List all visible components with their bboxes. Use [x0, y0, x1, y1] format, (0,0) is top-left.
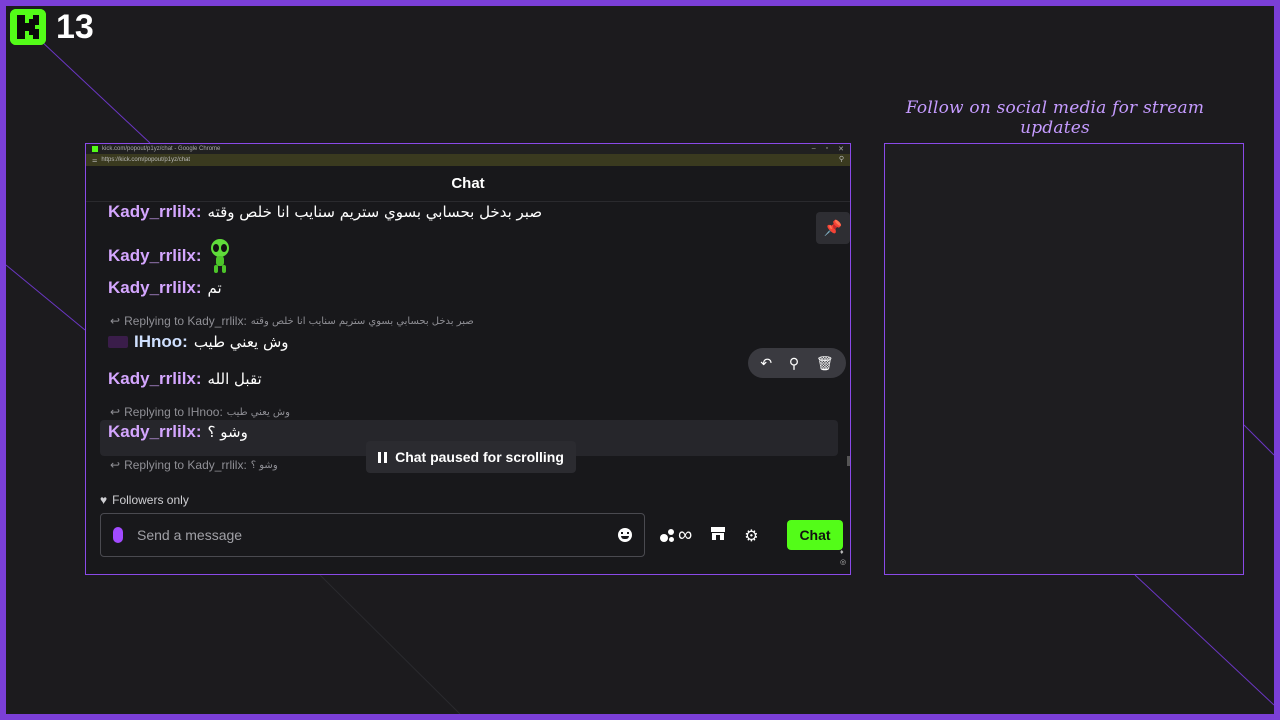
minimize-button[interactable]: – — [812, 145, 816, 153]
scrollbar[interactable] — [847, 456, 850, 466]
reply-text: وش يعني طيب — [226, 406, 290, 418]
maximize-button[interactable]: ▫ — [826, 145, 828, 153]
url-text[interactable]: https://kick.com/popout/p1yz/chat — [101, 157, 190, 163]
message-actions: ↶ ⚲ 🗑 — [748, 348, 846, 378]
reply-label: Replying to Kady_rrlilx: — [124, 458, 247, 472]
user-badge-icon — [108, 336, 128, 348]
username[interactable]: Kady_rrlilx: — [108, 278, 202, 298]
message-text: صبر بدخل بحسابي بسوي ستريم سنايب انا خلص… — [207, 203, 543, 221]
emoji-icon[interactable] — [618, 528, 632, 542]
settings-gear-icon[interactable]: ⚙ — [744, 526, 758, 546]
camera-placeholder — [884, 143, 1244, 575]
points-icon — [660, 528, 676, 543]
paused-label: Chat paused for scrolling — [395, 449, 564, 465]
reply-context[interactable]: ↩ Replying to Kady_rrlilx: صبر بدخل بحسا… — [110, 314, 474, 328]
browser-title: kick.com/popout/p1yz/chat - Google Chrom… — [102, 146, 221, 152]
browser-titlebar: kick.com/popout/p1yz/chat - Google Chrom… — [86, 144, 850, 154]
close-button[interactable]: ✕ — [838, 145, 844, 153]
store-icon[interactable] — [710, 525, 726, 546]
viewer-count: 13 — [56, 7, 94, 46]
chat-message[interactable]: Kady_rrlilx: وشو ؟ — [108, 422, 248, 442]
pause-icon — [378, 451, 388, 463]
message-text: وشو ؟ — [207, 423, 248, 441]
microphone-icon[interactable] — [113, 527, 123, 543]
message-text: تم — [207, 279, 222, 297]
infinity-icon: ∞ — [678, 524, 693, 546]
chat-tools: ∞ ⚙ — [660, 524, 759, 547]
reply-label: Replying to IHnoo: — [124, 405, 223, 419]
followers-only-indicator: ♥ Followers only — [100, 493, 189, 507]
alien-emote-icon — [208, 238, 232, 274]
chat-message[interactable]: Kady_rrlilx: صبر بدخل بحسابي بسوي ستريم … — [108, 202, 542, 222]
reply-arrow-icon: ↩ — [110, 458, 121, 472]
zoom-icon[interactable]: ⚲ — [839, 155, 844, 163]
popout-corner-icons: ♦ ◎ — [840, 548, 846, 568]
message-text: وش يعني طيب — [193, 333, 289, 351]
username[interactable]: Kady_rrlilx: — [108, 369, 202, 389]
tune-icon: ⚌ — [92, 157, 98, 164]
social-media-text: Follow on social media for stream update… — [905, 98, 1205, 138]
message-input[interactable] — [137, 527, 604, 543]
reply-arrow-icon: ↩ — [110, 314, 121, 328]
reply-text: صبر بدخل بحسابي بسوي ستريم سنايب انا خلص… — [250, 315, 474, 327]
reply-label: Replying to Kady_rrlilx: — [124, 314, 247, 328]
chat-messages[interactable]: Kady_rrlilx: صبر بدخل بحسابي بسوي ستريم … — [86, 202, 850, 480]
chat-paused-banner[interactable]: Chat paused for scrolling — [366, 441, 576, 473]
kick-k-icon — [10, 9, 46, 45]
reply-context[interactable]: ↩ Replying to IHnoo: وش يعني طيب — [110, 405, 290, 419]
kick-favicon-icon — [92, 146, 98, 152]
pin-message-icon[interactable]: ⚲ — [789, 355, 799, 372]
kick-logo: 13 — [6, 6, 110, 48]
address-bar[interactable]: ⚌ https://kick.com/popout/p1yz/chat ⚲ — [86, 154, 850, 166]
username[interactable]: IHnoo: — [134, 332, 188, 352]
chat-header: Chat — [86, 166, 850, 202]
reply-text: وشو ؟ — [250, 459, 278, 471]
heart-icon: ♥ — [100, 493, 108, 507]
send-chat-button[interactable]: Chat — [787, 520, 843, 550]
pinned-messages-button[interactable]: 📌 — [816, 212, 850, 244]
mic-small-icon: ♦ — [840, 549, 844, 556]
message-input-box[interactable] — [100, 513, 645, 557]
username[interactable]: Kady_rrlilx: — [108, 422, 202, 442]
reply-icon[interactable]: ↶ — [760, 355, 772, 372]
followers-label: Followers only — [112, 493, 189, 507]
record-icon: ◎ — [840, 559, 847, 566]
chat-message[interactable]: Kady_rrlilx: تم — [108, 278, 222, 298]
chat-message-hovered[interactable]: Kady_rrlilx: تقبل الله — [108, 369, 262, 389]
chat-message[interactable]: IHnoo: وش يعني طيب — [108, 332, 289, 352]
username[interactable]: Kady_rrlilx: — [108, 202, 202, 222]
points-button[interactable]: ∞ — [660, 524, 692, 547]
reply-context[interactable]: ↩ Replying to Kady_rrlilx: وشو ؟ — [110, 458, 278, 472]
username[interactable]: Kady_rrlilx: — [108, 246, 202, 266]
chat-message[interactable]: Kady_rrlilx: — [108, 238, 232, 274]
delete-icon[interactable]: 🗑 — [816, 355, 834, 372]
message-text: تقبل الله — [207, 370, 262, 388]
reply-arrow-icon: ↩ — [110, 405, 121, 419]
chat-popout-window: kick.com/popout/p1yz/chat - Google Chrom… — [85, 143, 851, 575]
pin-icon: 📌 — [823, 220, 843, 237]
